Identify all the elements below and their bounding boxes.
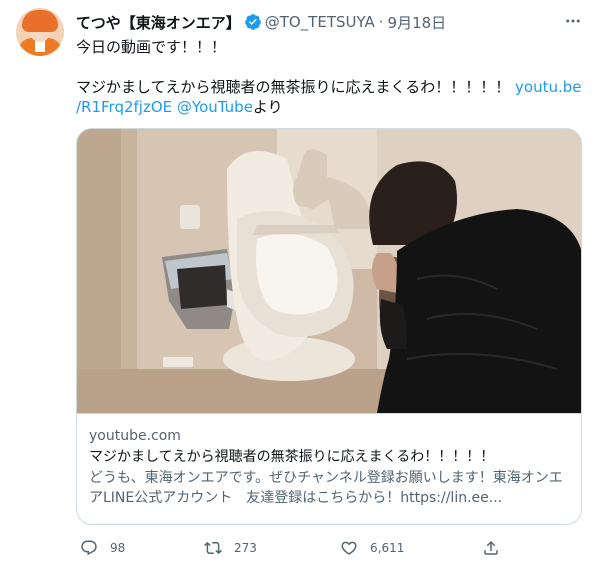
tweet-text-body: マジかましてえから視聴者の無茶振りに応えまくるわ！！！！！ <box>76 78 511 96</box>
verified-badge-icon <box>244 13 262 31</box>
more-icon[interactable] <box>560 10 586 32</box>
share-button[interactable] <box>482 536 512 560</box>
reply-button[interactable]: 98 <box>80 536 125 560</box>
tweet-actions: 98 273 6,611 <box>76 536 586 560</box>
tweet-link-path[interactable]: /R1Frq2fjzOE <box>76 98 172 116</box>
link-card[interactable]: youtube.com マジかましてえから視聴者の無茶振りに応えまくるわ！！！！… <box>76 128 582 525</box>
tweet-text-line3: /R1Frq2fjzOE @YouTubeより <box>76 97 586 117</box>
heart-icon <box>341 541 357 555</box>
tweet-date[interactable]: 9月18日 <box>388 12 447 33</box>
retweet-icon <box>204 541 222 555</box>
tweet-text-line2: マジかましてえから視聴者の無茶振りに応えまくるわ！！！！！ youtu.be <box>76 77 586 97</box>
like-button[interactable]: 6,611 <box>340 536 404 560</box>
tweet-header: てつや【東海オンエア】 @TO_TETSUYA · 9月18日 <box>76 11 446 33</box>
share-icon <box>484 540 498 555</box>
tweet-link[interactable]: youtu.be <box>515 78 581 96</box>
youtube-mention[interactable]: @YouTube <box>177 98 253 116</box>
like-count: 6,611 <box>370 541 405 555</box>
user-handle[interactable]: @TO_TETSUYA <box>265 13 375 31</box>
reply-icon <box>81 540 97 556</box>
card-domain: youtube.com <box>89 428 181 444</box>
avatar[interactable] <box>16 8 64 56</box>
tweet-text-line1: 今日の動画です！！！ <box>76 38 227 56</box>
card-meta[interactable]: youtube.com マジかましてえから視聴者の無茶振りに応えまくるわ！！！！… <box>77 413 581 524</box>
video-thumbnail[interactable] <box>77 129 581 413</box>
display-name[interactable]: てつや【東海オンエア】 <box>76 12 241 33</box>
retweet-count: 273 <box>234 541 257 555</box>
card-description: どうも、東海オンエアです。ぜひチャンネル登録お願いします！東海オンエアLINE公… <box>89 470 563 506</box>
separator-dot: · <box>378 13 384 31</box>
reply-count: 98 <box>110 541 126 555</box>
tweet[interactable]: てつや【東海オンエア】 @TO_TETSUYA · 9月18日 今日の動画です！… <box>0 0 598 569</box>
card-title: マジかましてえから視聴者の無茶振りに応えまくるわ！！！！！ <box>89 449 495 465</box>
retweet-button[interactable]: 273 <box>204 536 257 560</box>
tweet-trailing-text: より <box>252 98 283 116</box>
